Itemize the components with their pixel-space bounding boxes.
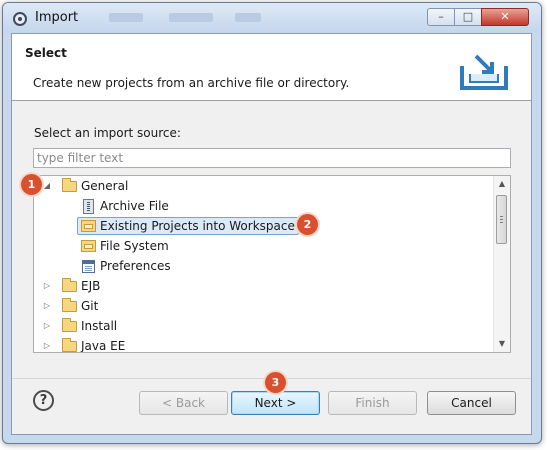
tree-item-preferences[interactable]: Preferences [34,256,492,276]
page-title: Select [25,46,67,60]
folder-icon [62,338,77,352]
tree-item-label: Install [81,319,118,333]
folder-icon [62,278,77,292]
tree-item-existing-projects[interactable]: Existing Projects into Workspace [34,216,492,236]
collapsed-arrow-icon[interactable]: ▷ [42,336,52,352]
tree-item-label: EJB [81,279,101,293]
background-blur [235,13,261,22]
import-source-label: Select an import source: [34,126,181,140]
tree-item-ejb[interactable]: ▷ EJB [34,276,492,296]
collapsed-arrow-icon[interactable]: ▷ [42,296,52,316]
project-folder-icon [81,220,96,232]
tree-scrollbar[interactable]: ▲ ▼ [493,176,510,352]
next-button[interactable]: Next > [231,391,320,415]
finish-button[interactable]: Finish [328,391,417,415]
tree-item-archive-file[interactable]: Archive File [34,196,492,216]
tree-item-java-ee[interactable]: ▷ Java EE [34,336,492,353]
tree-item-label: Preferences [100,259,171,273]
tree-item-label: Git [81,299,99,313]
tree-item-file-system[interactable]: File System [34,236,492,256]
title-bar[interactable]: Import – □ ✕ [3,3,541,33]
annotation-badge-1: 1 [21,174,42,195]
help-icon[interactable]: ? [33,390,54,411]
window-title: Import [35,10,79,25]
back-button[interactable]: < Back [139,391,228,415]
tree-item-label: General [81,179,129,193]
page-description: Create new projects from an archive file… [33,76,350,90]
archive-icon [83,199,94,214]
annotation-badge-3: 3 [265,372,286,393]
cancel-button[interactable]: Cancel [427,391,516,415]
background-blur [169,13,213,22]
folder-icon [62,298,77,312]
import-source-tree[interactable]: ◢ General Archive File Existing Projects… [33,175,511,353]
annotation-badge-2: 2 [297,214,318,235]
folder-icon [62,178,77,192]
folder-icon [62,318,77,332]
collapsed-arrow-icon[interactable]: ▷ [42,316,52,336]
grip-icon [500,216,503,223]
eclipse-icon [13,12,27,26]
scroll-down-icon[interactable]: ▼ [494,336,510,352]
tree-item-general[interactable]: ◢ General [34,176,492,196]
minimize-button[interactable]: – [427,8,455,26]
scrollbar-thumb[interactable] [496,195,507,244]
file-system-icon [81,240,96,252]
scroll-up-icon[interactable]: ▲ [494,176,510,192]
expanded-arrow-icon[interactable]: ◢ [42,176,52,196]
collapsed-arrow-icon[interactable]: ▷ [42,276,52,296]
tree-item-git[interactable]: ▷ Git [34,296,492,316]
import-wizard-icon [460,54,508,90]
filter-input[interactable] [33,148,511,168]
preferences-icon [82,260,95,273]
background-blur [109,13,143,22]
tree-item-label: Java EE [81,339,126,353]
tree-item-label: Existing Projects into Workspace [100,219,295,233]
tree-item-label: Archive File [100,199,169,213]
maximize-button[interactable]: □ [454,8,482,26]
tree-item-label: File System [100,239,169,253]
wizard-header: Select Create new projects from an archi… [12,34,531,101]
close-button[interactable]: ✕ [481,8,529,26]
tree-item-install[interactable]: ▷ Install [34,316,492,336]
